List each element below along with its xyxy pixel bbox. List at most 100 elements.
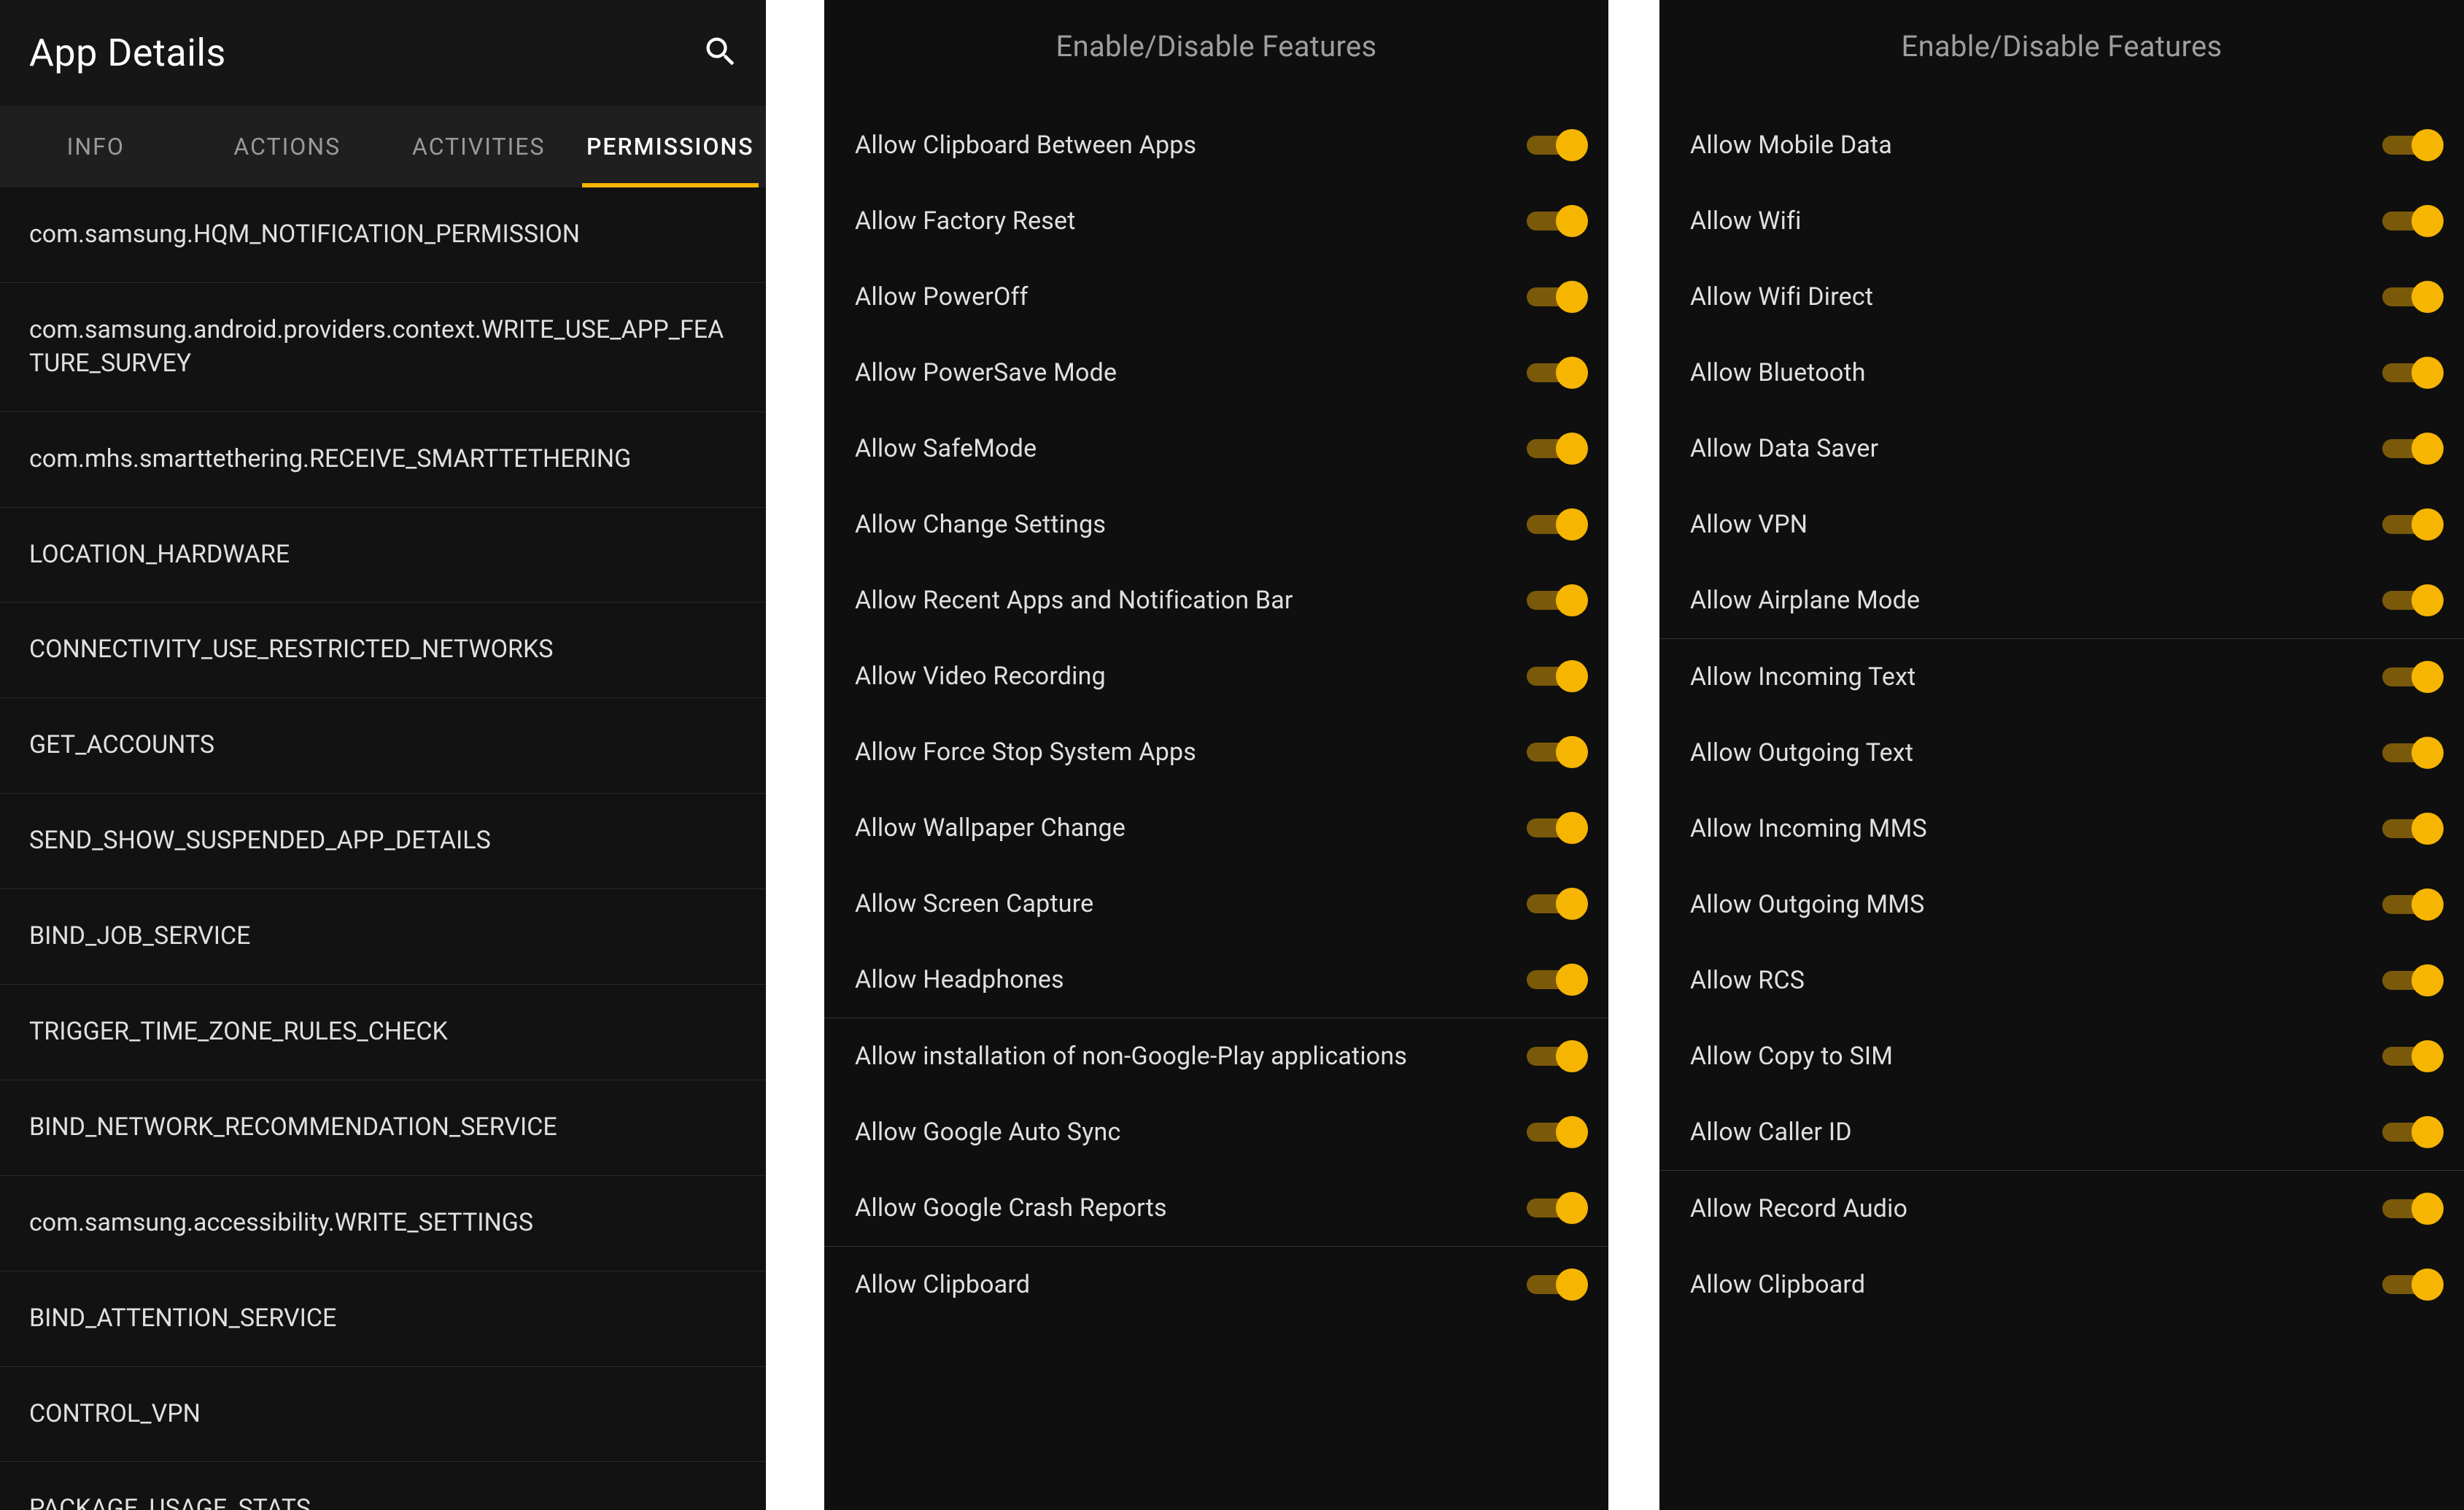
- feature-row[interactable]: Allow VPN: [1659, 487, 2464, 562]
- toggle[interactable]: [1527, 584, 1588, 616]
- list-item[interactable]: GET_ACCOUNTS: [0, 698, 766, 794]
- toggle[interactable]: [2382, 813, 2444, 845]
- toggle[interactable]: [1527, 357, 1588, 389]
- list-item[interactable]: LOCATION_HARDWARE: [0, 508, 766, 603]
- toggle[interactable]: [2382, 205, 2444, 237]
- list-item[interactable]: TRIGGER_TIME_ZONE_RULES_CHECK: [0, 985, 766, 1080]
- toggle[interactable]: [2382, 1040, 2444, 1072]
- feature-row[interactable]: Allow Recent Apps and Notification Bar: [824, 562, 1608, 638]
- feature-label: Allow Outgoing Text: [1690, 738, 1913, 767]
- feature-row[interactable]: Allow Bluetooth: [1659, 335, 2464, 411]
- feature-row[interactable]: Allow Factory Reset: [824, 183, 1608, 259]
- feature-row[interactable]: Allow Outgoing Text: [1659, 715, 2464, 791]
- feature-label: Allow Recent Apps and Notification Bar: [855, 586, 1293, 615]
- toggle[interactable]: [1527, 433, 1588, 465]
- list-item[interactable]: CONTROL_VPN: [0, 1367, 766, 1463]
- feature-row[interactable]: Allow Headphones: [824, 942, 1608, 1018]
- list-item[interactable]: BIND_ATTENTION_SERVICE: [0, 1271, 766, 1367]
- app-details-tabs: INFO ACTIONS ACTIVITIES PERMISSIONS: [0, 106, 766, 187]
- toggle[interactable]: [2382, 129, 2444, 161]
- toggle[interactable]: [2382, 1269, 2444, 1301]
- list-item[interactable]: com.samsung.android.providers.context.WR…: [0, 283, 766, 412]
- feature-row[interactable]: Allow Wifi Direct: [1659, 259, 2464, 335]
- toggle[interactable]: [2382, 584, 2444, 616]
- feature-row[interactable]: Allow SafeMode: [824, 411, 1608, 487]
- feature-label: Allow Screen Capture: [855, 889, 1093, 918]
- feature-row[interactable]: Allow Google Auto Sync: [824, 1094, 1608, 1170]
- toggle[interactable]: [2382, 281, 2444, 313]
- list-item[interactable]: com.samsung.accessibility.WRITE_SETTINGS: [0, 1176, 766, 1271]
- toggle[interactable]: [2382, 1193, 2444, 1225]
- toggle[interactable]: [1527, 281, 1588, 313]
- list-item[interactable]: SEND_SHOW_SUSPENDED_APP_DETAILS: [0, 794, 766, 889]
- tab-actions[interactable]: ACTIONS: [192, 106, 384, 187]
- list-item[interactable]: com.mhs.smarttethering.RECEIVE_SMARTTETH…: [0, 412, 766, 508]
- feature-label: Allow Mobile Data: [1690, 131, 1892, 160]
- toggle[interactable]: [2382, 508, 2444, 541]
- toggle[interactable]: [1527, 1116, 1588, 1148]
- toggle[interactable]: [1527, 964, 1588, 996]
- feature-label: Allow Headphones: [855, 965, 1064, 994]
- toggle[interactable]: [1527, 812, 1588, 844]
- toggle[interactable]: [1527, 888, 1588, 920]
- search-icon[interactable]: [702, 33, 740, 74]
- feature-label: Allow RCS: [1690, 966, 1805, 995]
- features-list[interactable]: Allow Mobile Data Allow Wifi Allow Wifi …: [1659, 107, 2464, 1323]
- toggle[interactable]: [1527, 508, 1588, 541]
- tab-info[interactable]: INFO: [0, 106, 192, 187]
- list-item[interactable]: CONNECTIVITY_USE_RESTRICTED_NETWORKS: [0, 603, 766, 698]
- toggle[interactable]: [1527, 660, 1588, 692]
- feature-row[interactable]: Allow Change Settings: [824, 487, 1608, 562]
- feature-row[interactable]: Allow Copy to SIM: [1659, 1018, 2464, 1094]
- permissions-list[interactable]: com.samsung.HQM_NOTIFICATION_PERMISSION …: [0, 187, 766, 1510]
- toggle[interactable]: [1527, 1192, 1588, 1224]
- feature-row[interactable]: Allow Wifi: [1659, 183, 2464, 259]
- toggle[interactable]: [1527, 1040, 1588, 1072]
- toggle[interactable]: [2382, 1116, 2444, 1148]
- feature-row[interactable]: Allow Caller ID: [1659, 1094, 2464, 1171]
- list-item[interactable]: BIND_NETWORK_RECOMMENDATION_SERVICE: [0, 1080, 766, 1176]
- feature-row[interactable]: Allow PowerOff: [824, 259, 1608, 335]
- panel-app-details: App Details INFO ACTIONS ACTIVITIES PERM…: [0, 0, 766, 1510]
- feature-row[interactable]: Allow Clipboard: [1659, 1247, 2464, 1323]
- tab-permissions[interactable]: PERMISSIONS: [575, 106, 767, 187]
- feature-label: Allow installation of non-Google-Play ap…: [855, 1042, 1407, 1071]
- toggle[interactable]: [1527, 1269, 1588, 1301]
- feature-row[interactable]: Allow Clipboard Between Apps: [824, 107, 1608, 183]
- feature-row[interactable]: Allow Incoming Text: [1659, 639, 2464, 715]
- feature-label: Allow Wallpaper Change: [855, 813, 1126, 843]
- tab-label: INFO: [67, 133, 125, 160]
- list-item[interactable]: BIND_JOB_SERVICE: [0, 889, 766, 985]
- feature-label: Allow Outgoing MMS: [1690, 890, 1925, 919]
- feature-row[interactable]: Allow Outgoing MMS: [1659, 867, 2464, 942]
- features-list[interactable]: Allow Clipboard Between Apps Allow Facto…: [824, 107, 1608, 1323]
- feature-row[interactable]: Allow Data Saver: [1659, 411, 2464, 487]
- feature-label: Allow Change Settings: [855, 510, 1106, 539]
- feature-row[interactable]: Allow Record Audio: [1659, 1171, 2464, 1247]
- feature-row[interactable]: Allow PowerSave Mode: [824, 335, 1608, 411]
- feature-row[interactable]: Allow RCS: [1659, 942, 2464, 1018]
- toggle[interactable]: [2382, 964, 2444, 996]
- feature-row[interactable]: Allow Incoming MMS: [1659, 791, 2464, 867]
- list-item[interactable]: PACKAGE_USAGE_STATS: [0, 1462, 766, 1510]
- toggle[interactable]: [2382, 737, 2444, 769]
- toggle[interactable]: [2382, 357, 2444, 389]
- feature-row[interactable]: Allow Screen Capture: [824, 866, 1608, 942]
- feature-row[interactable]: Allow Video Recording: [824, 638, 1608, 714]
- toggle[interactable]: [1527, 205, 1588, 237]
- feature-row[interactable]: Allow Force Stop System Apps: [824, 714, 1608, 790]
- toggle[interactable]: [1527, 129, 1588, 161]
- tab-activities[interactable]: ACTIVITIES: [383, 106, 575, 187]
- feature-row[interactable]: Allow Google Crash Reports: [824, 1170, 1608, 1247]
- toggle[interactable]: [2382, 661, 2444, 693]
- feature-row[interactable]: Allow Wallpaper Change: [824, 790, 1608, 866]
- feature-row[interactable]: Allow Mobile Data: [1659, 107, 2464, 183]
- feature-row[interactable]: Allow Clipboard: [824, 1247, 1608, 1323]
- toggle[interactable]: [1527, 736, 1588, 768]
- list-item[interactable]: com.samsung.HQM_NOTIFICATION_PERMISSION: [0, 187, 766, 283]
- toggle[interactable]: [2382, 433, 2444, 465]
- feature-row[interactable]: Allow Airplane Mode: [1659, 562, 2464, 639]
- feature-row[interactable]: Allow installation of non-Google-Play ap…: [824, 1018, 1608, 1094]
- toggle[interactable]: [2382, 888, 2444, 921]
- feature-label: Allow Wifi: [1690, 206, 1802, 236]
